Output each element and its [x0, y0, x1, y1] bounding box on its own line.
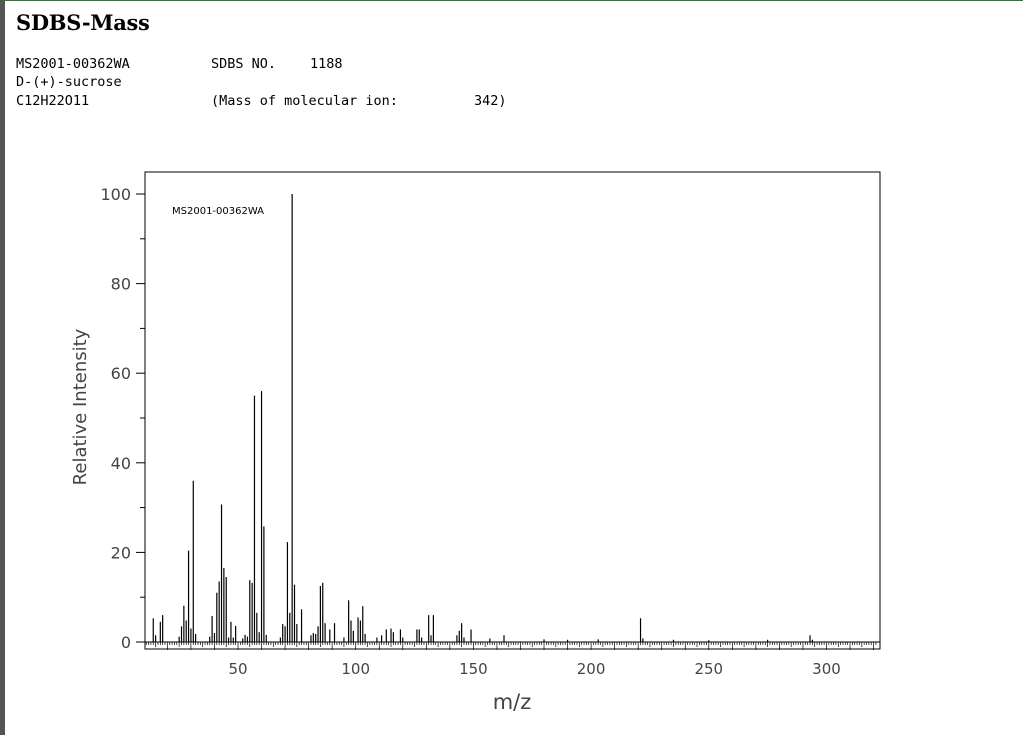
y-tick-label: 80 — [111, 275, 131, 294]
mass-spectrum-chart: MS2001-00362WA m/z Relative Intensity 50… — [70, 171, 881, 714]
x-tick-label: 300 — [812, 660, 841, 678]
x-tick-label: 100 — [341, 660, 370, 678]
x-axis-label: m/z — [493, 690, 532, 714]
chart-inset-label: MS2001-00362WA — [172, 206, 264, 217]
y-tick-label: 0 — [121, 633, 131, 652]
y-tick-label: 40 — [111, 454, 131, 473]
x-tick-label: 50 — [228, 660, 247, 678]
x-tick-label: 200 — [577, 660, 606, 678]
y-tick-label: 20 — [111, 543, 131, 562]
plot-frame — [144, 171, 881, 650]
x-tick-label: 250 — [694, 660, 723, 678]
y-tick-label: 100 — [100, 185, 131, 204]
y-axis-label: Relative Intensity — [70, 328, 91, 485]
y-tick-label: 60 — [111, 364, 131, 383]
x-tick-label: 150 — [459, 660, 488, 678]
